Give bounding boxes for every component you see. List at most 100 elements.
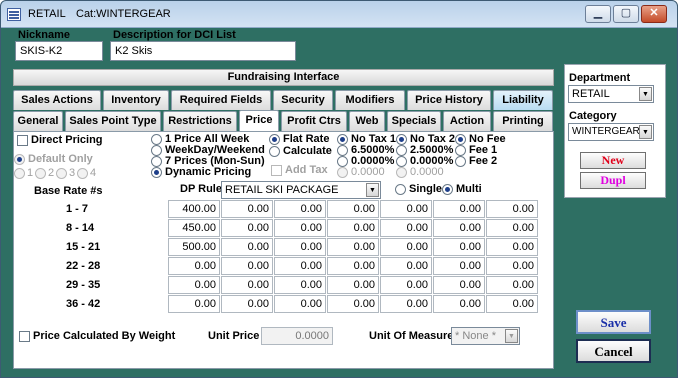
save-button[interactable]: Save bbox=[576, 310, 651, 334]
rate-cell[interactable]: 0.00 bbox=[433, 238, 485, 256]
description-field[interactable]: K2 Skis bbox=[110, 41, 296, 61]
fee-2-radio[interactable] bbox=[455, 156, 466, 167]
unit-of-measure-select[interactable]: * None * ▼ bbox=[451, 327, 520, 345]
rate-cell[interactable]: 0.00 bbox=[486, 238, 538, 256]
rate-cell[interactable]: 0.00 bbox=[486, 200, 538, 218]
rate-cell[interactable]: 0.00 bbox=[274, 257, 326, 275]
rate-cell[interactable]: 450.00 bbox=[168, 219, 220, 237]
rate-cell[interactable]: 0.00 bbox=[380, 276, 432, 294]
tax1-none-radio[interactable] bbox=[337, 134, 348, 145]
tax1-amount-radio[interactable] bbox=[337, 167, 348, 178]
tab-inventory[interactable]: Inventory bbox=[103, 90, 169, 110]
rate-cell[interactable]: 0.00 bbox=[327, 257, 379, 275]
default-option-4-radio[interactable] bbox=[77, 168, 88, 179]
rate-cell[interactable]: 0.00 bbox=[221, 295, 273, 313]
rate-cell[interactable]: 0.00 bbox=[274, 276, 326, 294]
unit-price-field[interactable]: 0.0000 bbox=[261, 327, 333, 345]
tab-restrictions[interactable]: Restrictions bbox=[163, 111, 237, 131]
rate-cell[interactable]: 0.00 bbox=[433, 257, 485, 275]
price-mode-7-prices-radio[interactable] bbox=[151, 156, 162, 167]
price-by-weight-checkbox[interactable] bbox=[19, 331, 30, 342]
tax2-rate-b-radio[interactable] bbox=[396, 156, 407, 167]
tab-profit-ctrs[interactable]: Profit Ctrs bbox=[281, 111, 347, 131]
tab-general[interactable]: General bbox=[13, 111, 63, 131]
fee-none-radio[interactable] bbox=[455, 134, 466, 145]
cancel-button[interactable]: Cancel bbox=[576, 339, 651, 363]
tab-required-fields[interactable]: Required Fields bbox=[171, 90, 271, 110]
rate-cell[interactable]: 0.00 bbox=[380, 219, 432, 237]
price-mode-weekday-radio[interactable] bbox=[151, 145, 162, 156]
default-only-radio[interactable] bbox=[14, 154, 25, 165]
tax2-rate-a-radio[interactable] bbox=[396, 145, 407, 156]
tax1-rate-a-radio[interactable] bbox=[337, 145, 348, 156]
rate-cell[interactable]: 0.00 bbox=[168, 295, 220, 313]
rate-cell[interactable]: 0.00 bbox=[221, 200, 273, 218]
rate-cell[interactable]: 0.00 bbox=[327, 219, 379, 237]
tab-liability[interactable]: Liability bbox=[493, 90, 553, 110]
new-button[interactable]: New bbox=[580, 152, 646, 169]
tab-sales-actions[interactable]: Sales Actions bbox=[13, 90, 101, 110]
price-mode-dynamic-radio[interactable] bbox=[151, 167, 162, 178]
rate-cell[interactable]: 0.00 bbox=[221, 276, 273, 294]
chevron-down-icon[interactable]: ▼ bbox=[505, 329, 518, 343]
rate-cell[interactable]: 0.00 bbox=[380, 295, 432, 313]
duplicate-button[interactable]: Dupl bbox=[580, 172, 646, 189]
rate-cell[interactable]: 0.00 bbox=[274, 200, 326, 218]
chevron-down-icon[interactable]: ▼ bbox=[639, 87, 652, 101]
price-mode-1-price-radio[interactable] bbox=[151, 134, 162, 145]
rate-cell[interactable]: 0.00 bbox=[380, 238, 432, 256]
add-tax-checkbox[interactable] bbox=[271, 165, 282, 176]
rate-cell[interactable]: 0.00 bbox=[486, 219, 538, 237]
tax2-amount-radio[interactable] bbox=[396, 167, 407, 178]
minimize-button[interactable]: ▁ bbox=[585, 5, 611, 23]
rate-cell[interactable]: 0.00 bbox=[221, 238, 273, 256]
rate-cell[interactable]: 0.00 bbox=[221, 257, 273, 275]
rate-cell[interactable]: 0.00 bbox=[433, 295, 485, 313]
tab-specials[interactable]: Specials bbox=[387, 111, 441, 131]
fee-1-radio[interactable] bbox=[455, 145, 466, 156]
tab-security[interactable]: Security bbox=[273, 90, 333, 110]
rate-cell[interactable]: 0.00 bbox=[433, 276, 485, 294]
dp-rule-select[interactable]: RETAIL SKI PACKAGE ▼ bbox=[221, 181, 381, 199]
rate-cell[interactable]: 0.00 bbox=[168, 276, 220, 294]
tab-price[interactable]: Price bbox=[239, 110, 279, 131]
close-button[interactable]: ✕ bbox=[641, 5, 667, 23]
rate-cell[interactable]: 400.00 bbox=[168, 200, 220, 218]
default-option-3-radio[interactable] bbox=[56, 168, 67, 179]
tab-modifiers[interactable]: Modifiers bbox=[335, 90, 405, 110]
flat-rate-radio[interactable] bbox=[269, 134, 280, 145]
rate-cell[interactable]: 0.00 bbox=[380, 257, 432, 275]
multi-radio[interactable] bbox=[442, 184, 453, 195]
rate-cell[interactable]: 0.00 bbox=[327, 238, 379, 256]
tax1-rate-b-radio[interactable] bbox=[337, 156, 348, 167]
rate-cell[interactable]: 0.00 bbox=[486, 295, 538, 313]
rate-cell[interactable]: 0.00 bbox=[327, 295, 379, 313]
chevron-down-icon[interactable]: ▼ bbox=[366, 183, 379, 197]
rate-cell[interactable]: 0.00 bbox=[168, 257, 220, 275]
rate-cell[interactable]: 0.00 bbox=[433, 200, 485, 218]
calculate-radio[interactable] bbox=[269, 146, 280, 157]
rate-cell[interactable]: 0.00 bbox=[486, 276, 538, 294]
rate-cell[interactable]: 0.00 bbox=[221, 219, 273, 237]
tax2-none-radio[interactable] bbox=[396, 134, 407, 145]
rate-cell[interactable]: 0.00 bbox=[486, 257, 538, 275]
single-radio[interactable] bbox=[395, 184, 406, 195]
fundraising-interface-bar[interactable]: Fundraising Interface bbox=[13, 69, 554, 86]
department-select[interactable]: RETAIL ▼ bbox=[568, 85, 654, 103]
rate-cell[interactable]: 0.00 bbox=[274, 295, 326, 313]
category-select[interactable]: WINTERGEAR ▼ bbox=[568, 123, 654, 141]
tab-price-history[interactable]: Price History bbox=[407, 90, 491, 110]
tab-sales-point-type[interactable]: Sales Point Type bbox=[65, 111, 161, 131]
tab-web[interactable]: Web bbox=[349, 111, 385, 131]
rate-cell[interactable]: 0.00 bbox=[327, 276, 379, 294]
rate-cell[interactable]: 0.00 bbox=[433, 219, 485, 237]
title-bar[interactable]: RETAIL Cat:WINTERGEAR ▁ ▢ ✕ bbox=[1, 1, 677, 28]
tab-action[interactable]: Action bbox=[443, 111, 491, 131]
rate-cell[interactable]: 0.00 bbox=[380, 200, 432, 218]
nickname-field[interactable]: SKIS-K2 bbox=[15, 41, 103, 61]
tab-printing[interactable]: Printing bbox=[493, 111, 553, 131]
chevron-down-icon[interactable]: ▼ bbox=[639, 125, 652, 139]
default-option-1-radio[interactable] bbox=[14, 168, 25, 179]
rate-cell[interactable]: 0.00 bbox=[327, 200, 379, 218]
maximize-button[interactable]: ▢ bbox=[613, 5, 639, 23]
